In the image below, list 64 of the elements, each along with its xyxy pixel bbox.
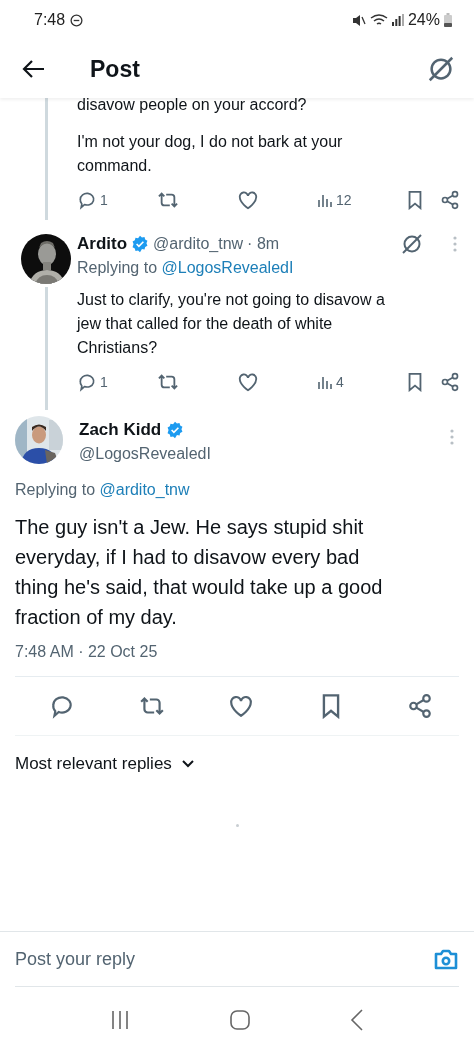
share-button[interactable]	[407, 693, 433, 719]
bar-chart-icon	[317, 374, 333, 390]
loading-dot	[235, 824, 239, 827]
heart-icon	[237, 372, 259, 392]
comment-icon	[77, 190, 97, 210]
chevron-down-icon	[181, 760, 194, 768]
mention-link[interactable]: @LogosRevealedI	[161, 259, 294, 276]
recent-apps-button[interactable]	[110, 1010, 130, 1030]
replying-to-text: Replying to @ardito_tnw	[15, 480, 191, 500]
signal-icon	[391, 14, 404, 26]
bookmark-icon	[406, 190, 424, 210]
post-text: I'm not your dog, I do not bark at your command.	[77, 132, 344, 176]
repost-icon	[157, 372, 179, 392]
author-handle: @ardito_tnw	[153, 234, 244, 254]
post-text: Just to clarify, you're not going to disavow a jew that called for the death of white Christians?	[77, 290, 386, 358]
do-not-disturb-icon	[70, 13, 84, 27]
replying-to-text: Replying to @LogosRevealedI	[77, 258, 295, 278]
comment-icon	[77, 372, 97, 392]
bookmark-button[interactable]	[406, 190, 424, 210]
sort-dropdown[interactable]: Most relevant replies	[15, 754, 194, 774]
camera-button[interactable]	[433, 947, 459, 971]
comment-icon	[49, 693, 75, 719]
heart-icon	[228, 693, 254, 719]
share-button[interactable]	[440, 190, 460, 210]
share-icon	[440, 190, 460, 210]
battery-percent: 24%	[407, 11, 440, 29]
status-time: 7:48	[34, 11, 66, 29]
post-text: disavow people on your accord?	[77, 95, 307, 115]
wifi-icon	[369, 13, 388, 27]
page-title: Post	[90, 55, 140, 83]
grok-icon[interactable]	[426, 54, 456, 84]
camera-icon	[433, 947, 459, 971]
author-handle: @LogosRevealedI	[79, 444, 211, 464]
share-button[interactable]	[440, 372, 460, 392]
back-arrow-icon	[22, 59, 46, 79]
back-nav-button[interactable]	[350, 1009, 364, 1031]
reply-button[interactable]	[49, 693, 75, 719]
back-button[interactable]	[22, 59, 46, 79]
reply-button[interactable]: 1	[77, 188, 157, 212]
author-name: Ardito	[77, 233, 128, 255]
battery-icon	[444, 13, 452, 27]
views-button[interactable]: 12	[317, 188, 387, 212]
share-icon	[407, 693, 433, 719]
bookmark-button[interactable]	[406, 372, 424, 392]
mention-link[interactable]: @ardito_tnw	[99, 481, 190, 498]
grok-icon[interactable]	[400, 232, 424, 256]
author-name: Zach Kidd	[79, 420, 162, 440]
home-button[interactable]	[230, 1010, 250, 1030]
post-timestamp: 7:48 AM · 22 Oct 25	[15, 642, 159, 662]
post-time: · 8m	[247, 234, 280, 254]
heart-icon	[237, 190, 259, 210]
reply-field[interactable]: Post your reply	[15, 948, 433, 970]
post-text: The guy isn't a Jew. He says stupid shit everyday, if I had to disavow every bad thing he's said, that would take up a good fraction of my day.	[15, 515, 384, 630]
like-button[interactable]	[228, 693, 254, 719]
share-icon	[440, 372, 460, 392]
recent-apps-icon	[110, 1010, 130, 1030]
views-button[interactable]: 4	[317, 370, 387, 394]
repost-icon	[157, 190, 179, 210]
bar-chart-icon	[317, 192, 333, 208]
bookmark-icon	[406, 372, 424, 392]
home-icon	[230, 1010, 250, 1030]
reply-button[interactable]: 1	[77, 370, 157, 394]
mute-icon	[351, 13, 366, 27]
back-chevron-icon	[350, 1009, 364, 1031]
